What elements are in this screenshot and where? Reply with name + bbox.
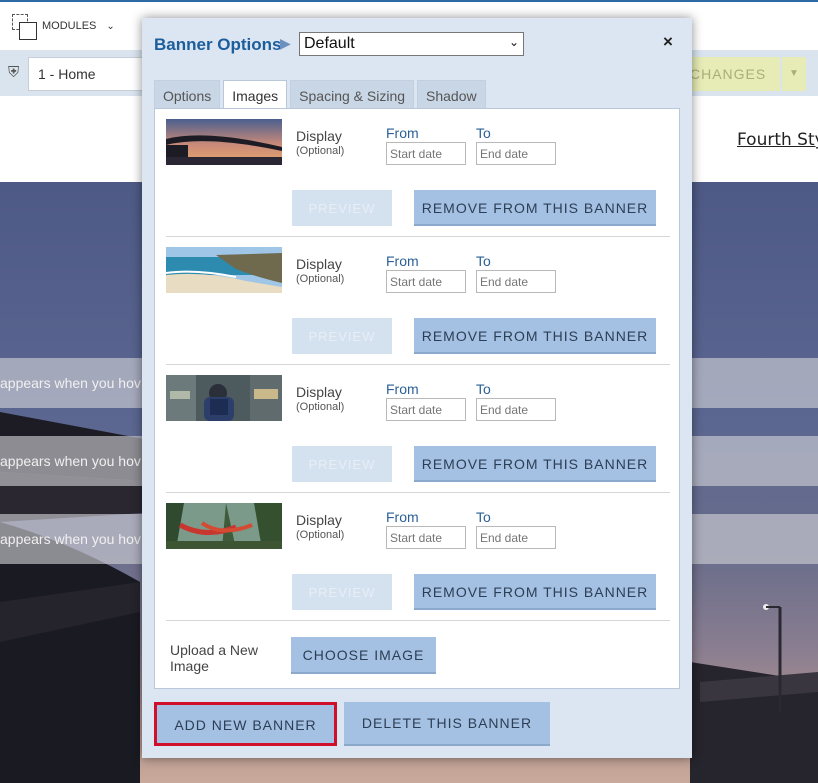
- display-label: Display: [296, 128, 342, 144]
- triangle-right-icon: ▶: [280, 35, 291, 51]
- banner-image-row: Display (Optional) From To PREVIEW REMOV…: [166, 365, 670, 493]
- end-date-input[interactable]: [476, 526, 556, 549]
- remove-from-banner-button[interactable]: REMOVE FROM THIS BANNER: [414, 318, 656, 354]
- banner-image-row: Display (Optional) From To PREVIEW REMOV…: [166, 237, 670, 365]
- page-select[interactable]: 1 - Home: [28, 57, 158, 91]
- dialog-tabs: Options Images Spacing & Sizing Shadow: [154, 80, 486, 110]
- optional-label: (Optional): [296, 401, 345, 413]
- optional-label: (Optional): [296, 145, 345, 157]
- remove-from-banner-button[interactable]: REMOVE FROM THIS BANNER: [414, 574, 656, 610]
- tab-spacing-sizing[interactable]: Spacing & Sizing: [290, 80, 415, 108]
- nav-link-fourth-style[interactable]: Fourth Sty: [737, 130, 818, 150]
- optional-label: (Optional): [296, 529, 345, 541]
- display-label: Display: [296, 512, 342, 528]
- modules-icon: [12, 14, 37, 40]
- banner-image-row: Display (Optional) From To PREVIEW REMOV…: [166, 109, 670, 237]
- banner-select[interactable]: Default ⌄: [299, 32, 524, 56]
- from-label: From: [386, 509, 419, 525]
- banner-options-dialog: Banner Options ▶ Default ⌄ × Options Ima…: [142, 18, 692, 758]
- start-date-input[interactable]: [386, 270, 466, 293]
- to-label: To: [476, 381, 491, 397]
- remove-from-banner-button[interactable]: REMOVE FROM THIS BANNER: [414, 190, 656, 226]
- upload-image-label: Upload a New Image: [170, 642, 258, 674]
- preview-button[interactable]: PREVIEW: [292, 574, 392, 610]
- thumbnail-bridge-sunset: [166, 119, 282, 165]
- tab-shadow[interactable]: Shadow: [417, 80, 486, 108]
- to-label: To: [476, 125, 491, 141]
- chevron-down-icon: ⌄: [508, 35, 519, 49]
- thumbnail-beach: [166, 247, 282, 293]
- to-label: To: [476, 509, 491, 525]
- changes-dropdown-caret-icon[interactable]: ▼: [782, 57, 806, 91]
- images-panel: Display (Optional) From To PREVIEW REMOV…: [154, 108, 680, 689]
- to-label: To: [476, 253, 491, 269]
- close-icon[interactable]: ×: [663, 32, 673, 52]
- end-date-input[interactable]: [476, 270, 556, 293]
- from-label: From: [386, 381, 419, 397]
- optional-label: (Optional): [296, 273, 345, 285]
- banner-select-value: Default: [304, 35, 355, 52]
- paint-bucket-icon[interactable]: ⛨: [8, 64, 19, 81]
- start-date-input[interactable]: [386, 526, 466, 549]
- modules-menu[interactable]: MODULES ⌄: [12, 14, 115, 40]
- tab-options[interactable]: Options: [154, 80, 221, 108]
- remove-from-banner-button[interactable]: REMOVE FROM THIS BANNER: [414, 446, 656, 482]
- thumbnail-traveler-street: [166, 375, 282, 421]
- thumbnail-hammock-forest: [166, 503, 282, 549]
- preview-button[interactable]: PREVIEW: [292, 446, 392, 482]
- display-label: Display: [296, 384, 342, 400]
- end-date-input[interactable]: [476, 142, 556, 165]
- preview-button[interactable]: PREVIEW: [292, 190, 392, 226]
- modules-label: MODULES: [42, 20, 97, 32]
- display-label: Display: [296, 256, 342, 272]
- from-label: From: [386, 125, 419, 141]
- start-date-input[interactable]: [386, 142, 466, 165]
- delete-banner-button[interactable]: DELETE THIS BANNER: [344, 702, 550, 746]
- choose-image-button[interactable]: CHOOSE IMAGE: [291, 637, 436, 674]
- dialog-title: Banner Options: [154, 35, 282, 54]
- banner-image-row: Display (Optional) From To PREVIEW REMOV…: [166, 493, 670, 621]
- add-new-banner-button[interactable]: ADD NEW BANNER: [154, 702, 337, 746]
- tab-images[interactable]: Images: [223, 80, 288, 110]
- end-date-input[interactable]: [476, 398, 556, 421]
- chevron-down-icon: ⌄: [106, 20, 115, 32]
- start-date-input[interactable]: [386, 398, 466, 421]
- from-label: From: [386, 253, 419, 269]
- preview-button[interactable]: PREVIEW: [292, 318, 392, 354]
